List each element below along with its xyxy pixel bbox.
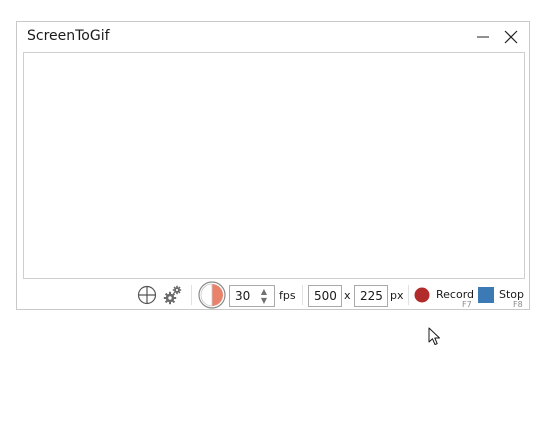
spin-down-icon[interactable]: ▼ (261, 296, 267, 305)
minimize-icon (477, 36, 489, 38)
half-circle-icon (198, 281, 226, 309)
toolbar-separator (408, 285, 409, 305)
fps-spinner[interactable]: ▲ ▼ (257, 285, 271, 307)
close-button[interactable] (496, 22, 526, 52)
fps-unit-label: fps (279, 289, 296, 302)
minimize-button[interactable] (468, 22, 498, 52)
options-button[interactable] (163, 282, 183, 308)
height-input[interactable]: 225 (354, 285, 388, 307)
width-value: 500 (314, 289, 337, 303)
record-shortcut: F7 (462, 300, 472, 309)
height-value: 225 (360, 289, 383, 303)
toolbar-separator (191, 285, 192, 305)
toolbar-separator (302, 285, 303, 305)
bottom-toolbar: 30 ▲ ▼ fps 500 x 225 px Record F7 Stop F… (17, 281, 529, 309)
gears-icon (163, 285, 182, 305)
close-icon (504, 30, 518, 44)
window-title: ScreenToGif (27, 28, 110, 44)
snap-to-window-button[interactable] (137, 282, 157, 308)
app-window: ScreenToGif 30 ▲ ▼ fps 500 x 225 px Reco… (16, 21, 530, 310)
record-button[interactable]: Record F7 (414, 282, 474, 309)
stop-button[interactable]: Stop F8 (478, 282, 528, 309)
width-input[interactable]: 500 (308, 285, 342, 307)
spin-up-icon[interactable]: ▲ (261, 287, 267, 296)
mouse-pointer-icon (428, 327, 440, 345)
frame-rate-mode-button[interactable] (198, 281, 226, 309)
record-dot-icon (414, 287, 430, 303)
size-separator: x (344, 289, 351, 302)
fps-value: 30 (235, 289, 251, 303)
crosshair-icon (137, 285, 157, 305)
stop-square-icon (478, 287, 494, 303)
size-unit-label: px (390, 289, 404, 302)
title-bar[interactable]: ScreenToGif (17, 22, 529, 52)
stop-shortcut: F8 (513, 300, 523, 309)
capture-region[interactable] (23, 52, 525, 279)
